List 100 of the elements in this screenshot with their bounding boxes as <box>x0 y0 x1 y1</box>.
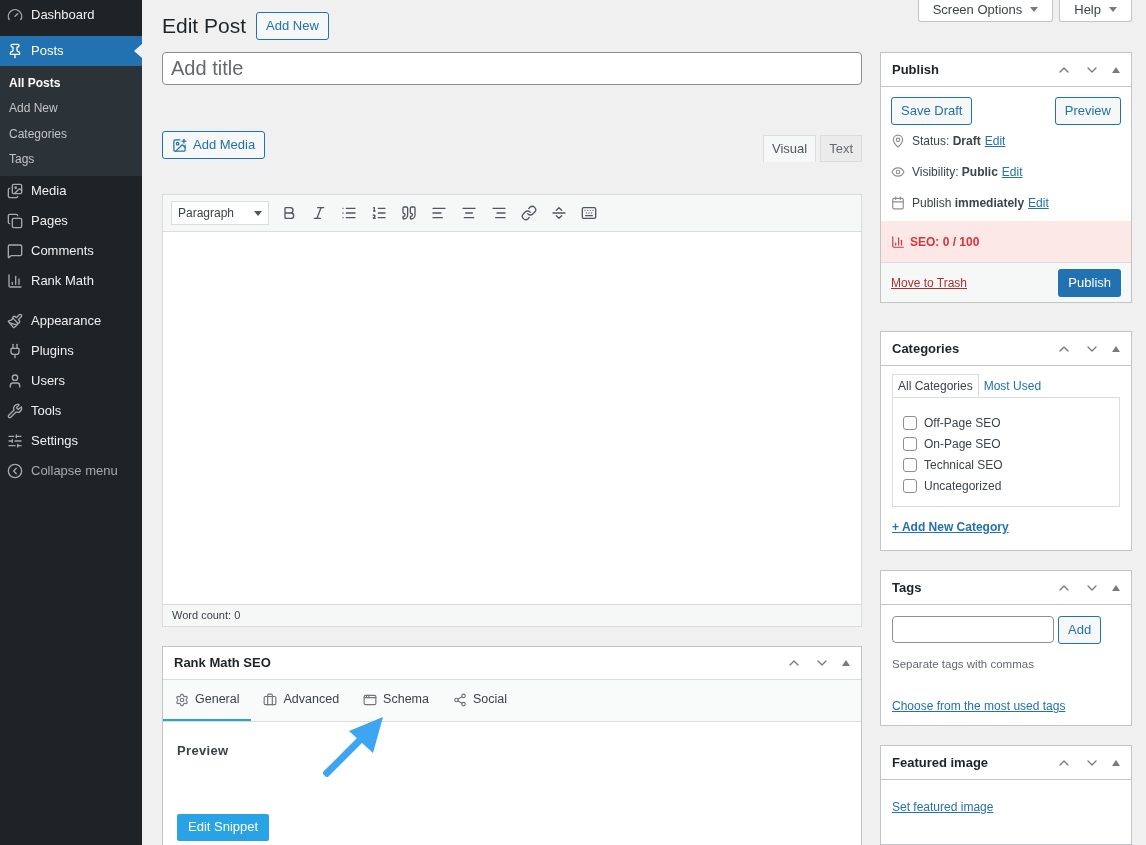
tab[interactable]: Schema <box>351 680 441 721</box>
hint-text: Separate tags with commas <box>892 657 1035 672</box>
move-to-trash-link[interactable]: Move to Trash <box>891 273 968 292</box>
editor-tab[interactable]: Visual <box>762 135 817 162</box>
caret-icon <box>1109 7 1117 12</box>
link-icon[interactable] <box>521 205 537 221</box>
checkbox-label: Uncategorized <box>924 477 1002 495</box>
submenu-item[interactable]: Add New <box>0 95 142 121</box>
status-text: Publish immediately <box>912 194 1025 212</box>
tab[interactable]: Social <box>440 680 519 721</box>
publish-button[interactable]: Publish <box>1058 268 1121 297</box>
menu-item[interactable]: Dashboard <box>0 0 142 36</box>
checkbox[interactable] <box>903 478 917 493</box>
gear-icon <box>175 692 189 707</box>
panel-title: Rank Math SEO <box>174 654 271 673</box>
read-more-icon[interactable] <box>551 205 567 221</box>
status-text: Status: Draft <box>912 132 981 150</box>
collapse-toggle[interactable] <box>1112 759 1120 766</box>
edit-link[interactable]: Edit <box>1028 193 1049 212</box>
menu-item[interactable]: Appearance <box>0 306 142 336</box>
menu-item[interactable]: Collapse menu <box>0 456 142 486</box>
align-center-icon[interactable] <box>461 205 477 221</box>
caret-icon <box>254 210 262 216</box>
collapse-toggle[interactable] <box>842 660 850 666</box>
section-title: Preview <box>177 742 230 760</box>
menu-item[interactable]: Posts <box>0 36 142 66</box>
save-draft-button[interactable]: Save Draft <box>891 97 973 125</box>
caret-icon <box>1030 7 1039 12</box>
checkbox[interactable] <box>903 436 917 451</box>
panel-title: Featured image <box>892 754 989 772</box>
most-used-tags-link[interactable]: Choose from the most used tags <box>892 697 1120 716</box>
menu-item[interactable]: Comments <box>0 236 142 266</box>
add-media-button[interactable]: Add Media <box>162 131 266 159</box>
collapse-toggle[interactable] <box>1112 584 1120 591</box>
title-field[interactable]: Add title <box>162 52 862 85</box>
status-text: Visibility: Public <box>912 163 998 181</box>
collapse-toggle[interactable] <box>1112 345 1120 352</box>
bar-chart-icon <box>7 273 23 289</box>
menu-item[interactable]: Pages <box>0 206 142 236</box>
tag-input-field[interactable] <box>892 616 1054 643</box>
format-select[interactable]: Paragraph <box>171 201 269 225</box>
menu-item[interactable]: Settings <box>0 426 142 456</box>
quote-icon[interactable] <box>401 205 417 221</box>
panel-title: Tags <box>892 578 922 597</box>
word-count: Word count: 0 <box>172 608 241 624</box>
panel-title: Publish <box>892 60 939 79</box>
bar-chart-icon <box>891 234 905 249</box>
editor-tab[interactable]: Text <box>820 135 862 162</box>
tab[interactable]: General <box>163 680 252 721</box>
bold-icon[interactable] <box>281 205 297 221</box>
checkbox[interactable] <box>903 415 917 430</box>
edit-link[interactable]: Edit <box>984 131 1006 150</box>
calendar-icon <box>891 195 905 210</box>
collapse-toggle[interactable] <box>1112 66 1120 73</box>
top-tab-button[interactable]: Screen Options <box>917 0 1054 22</box>
menu-item[interactable]: Media <box>0 176 142 206</box>
align-right-icon[interactable] <box>491 205 507 221</box>
panel-title: Categories <box>892 339 960 358</box>
menu-item[interactable]: Users <box>0 366 142 396</box>
toolbar-toggle-icon[interactable] <box>581 205 597 221</box>
checkbox-label: On-Page SEO <box>924 435 1001 453</box>
preview-button[interactable]: Preview <box>1054 97 1121 125</box>
collapse-icon <box>7 463 23 479</box>
edit-link[interactable]: Edit <box>1001 162 1023 181</box>
italic-icon[interactable] <box>311 205 327 221</box>
menu-item[interactable]: Tools <box>0 396 142 426</box>
align-left-icon[interactable] <box>431 205 447 221</box>
page-title: Edit Post <box>162 13 247 40</box>
add-new-button[interactable]: Add New <box>256 12 329 40</box>
top-tab-button[interactable]: Help <box>1059 0 1132 22</box>
category-tab[interactable]: All Categories <box>892 374 979 397</box>
pages-icon <box>7 213 23 229</box>
tab[interactable]: Advanced <box>251 680 352 721</box>
sliders-icon <box>7 433 23 449</box>
pin-icon <box>891 133 905 148</box>
share-icon <box>452 692 467 707</box>
window-icon <box>363 692 378 707</box>
pin-icon <box>7 43 23 59</box>
set-featured-image-link[interactable]: Set featured image <box>892 800 994 815</box>
menu-item[interactable]: Rank Math <box>0 266 142 296</box>
submenu-item[interactable]: Categories <box>0 121 142 147</box>
submenu-item[interactable]: Tags <box>0 146 142 172</box>
checkbox[interactable] <box>903 457 917 472</box>
add-category-link[interactable]: + Add New Category <box>892 518 1120 536</box>
checkbox-label: Off-Page SEO <box>924 414 1001 432</box>
menu-item[interactable]: Plugins <box>0 336 142 366</box>
media-icon <box>172 137 187 153</box>
plug-icon <box>7 343 23 359</box>
submenu-item[interactable]: All Posts <box>0 70 142 96</box>
user-icon <box>7 373 23 389</box>
briefcase-icon <box>263 692 278 707</box>
category-tab[interactable]: Most Used <box>978 374 1047 397</box>
seo-score: SEO: 0 / 100 <box>910 233 980 251</box>
add-tag-button[interactable]: Add <box>1058 616 1102 644</box>
bullet-list-icon[interactable] <box>341 205 357 221</box>
gauge-icon <box>7 7 23 23</box>
brush-icon <box>7 313 23 329</box>
numbered-list-icon[interactable] <box>371 205 387 221</box>
checkbox-label: Technical SEO <box>924 456 1003 474</box>
current-pointer-icon <box>134 44 142 58</box>
